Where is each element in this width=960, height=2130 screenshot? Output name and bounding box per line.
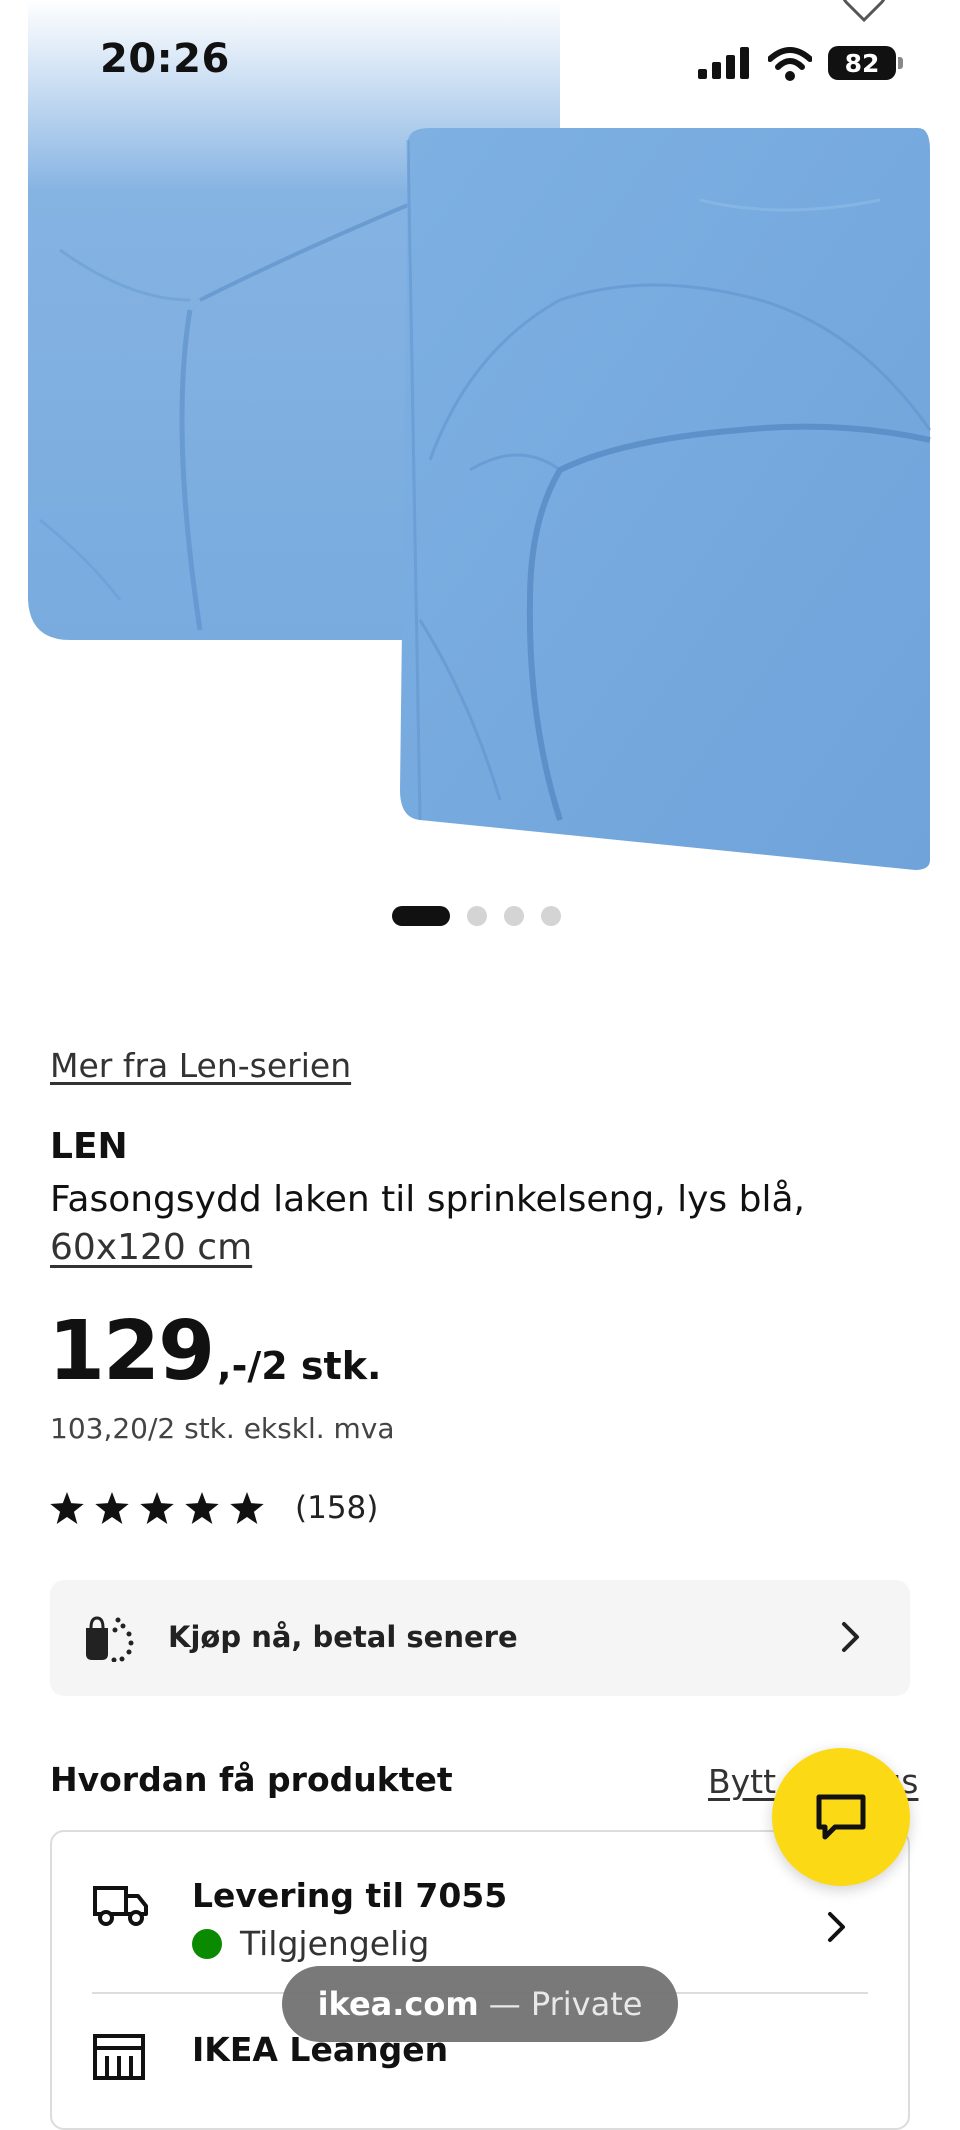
star-icon <box>50 1492 84 1524</box>
price-main: 129 <box>48 1304 215 1399</box>
product-image-illustration <box>28 0 932 870</box>
star-icon <box>185 1492 219 1524</box>
pay-later-label: Kjøp nå, betal senere <box>168 1620 518 1654</box>
rating-count[interactable]: (158) <box>295 1490 378 1526</box>
product-image[interactable] <box>0 0 960 960</box>
battery-icon: 82 <box>828 46 896 80</box>
chat-bubble-icon <box>816 1794 866 1840</box>
delivery-truck-icon <box>93 1886 148 1926</box>
carousel-dot-1[interactable] <box>392 906 450 926</box>
carousel-dot-3[interactable] <box>504 906 524 926</box>
chevron-right-icon <box>842 1622 859 1652</box>
battery-tip <box>898 57 903 69</box>
chat-button[interactable] <box>772 1748 910 1886</box>
availability-dot-icon <box>192 1928 222 1959</box>
store-icon <box>93 2034 145 2080</box>
browser-address-pill[interactable]: ikea.com — Private <box>282 1966 678 2042</box>
wifi-icon <box>768 47 812 81</box>
availability-text: Tilgjengelig <box>240 1924 430 1963</box>
browser-domain: ikea.com <box>317 1985 479 2023</box>
product-description: Fasongsydd laken til sprinkelseng, lys b… <box>50 1176 910 1272</box>
favorite-heart-icon[interactable] <box>840 0 888 24</box>
status-time: 20:26 <box>100 36 230 82</box>
series-link[interactable]: Mer fra Len-serien <box>50 1046 351 1085</box>
shopping-bag-dots-icon <box>86 1616 134 1662</box>
status-icons <box>698 44 812 84</box>
star-icon <box>140 1492 174 1524</box>
product-rating[interactable]: (158) <box>50 1490 378 1526</box>
cellular-signal-icon <box>698 47 749 79</box>
delivery-title: Levering til 7055 <box>192 1876 508 1915</box>
browser-mode: — Private <box>488 1985 643 2023</box>
pay-later-banner[interactable]: Kjøp nå, betal senere <box>50 1580 910 1696</box>
star-icon <box>95 1492 129 1524</box>
price-suffix: ,-/2 stk. <box>217 1344 382 1388</box>
product-size-link[interactable]: 60x120 cm <box>50 1227 252 1268</box>
product-name: LEN <box>50 1126 128 1167</box>
carousel-dot-4[interactable] <box>541 906 561 926</box>
carousel-dot-2[interactable] <box>467 906 487 926</box>
fulfillment-title: Hvordan få produktet <box>50 1760 453 1799</box>
image-carousel-indicator[interactable] <box>392 906 561 926</box>
product-price: 129 ,-/2 stk. <box>48 1304 381 1399</box>
price-ex-vat: 103,20/2 stk. ekskl. mva <box>50 1412 395 1445</box>
delivery-availability: Tilgjengelig <box>192 1924 429 1963</box>
product-description-text: Fasongsydd laken til sprinkelseng, lys b… <box>50 1179 805 1220</box>
chevron-right-icon <box>828 1912 845 1942</box>
star-icon <box>230 1492 264 1524</box>
